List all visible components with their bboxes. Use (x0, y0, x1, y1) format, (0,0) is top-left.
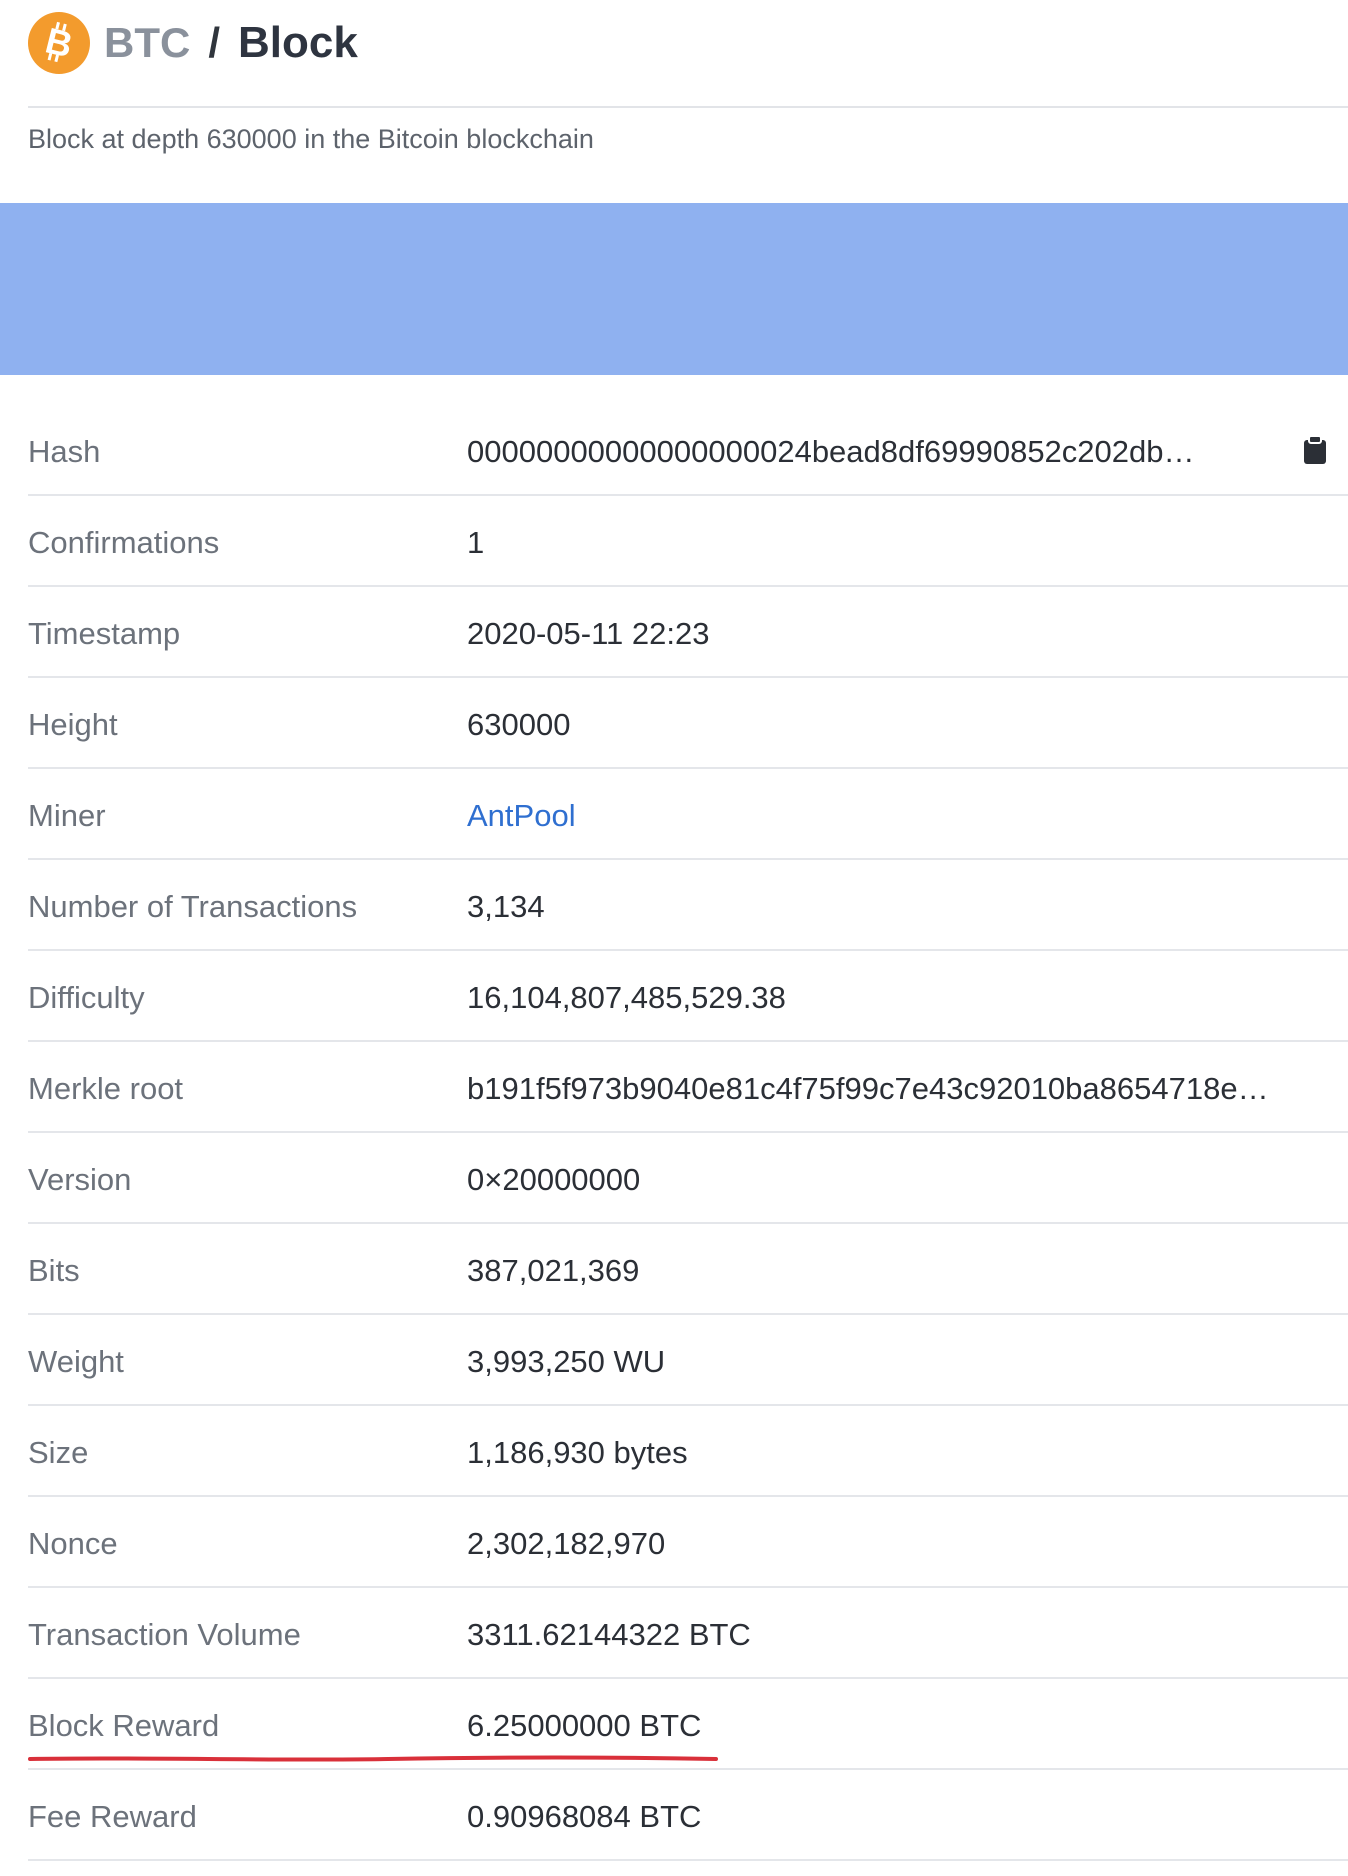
bits-value: 387,021,369 (467, 1253, 640, 1288)
detail-row-miner: Miner AntPool (28, 769, 1348, 860)
detail-label: Nonce (28, 1526, 118, 1561)
detail-label: Block Reward (28, 1708, 220, 1743)
miner-link[interactable]: AntPool (467, 798, 576, 834)
weight-value: 3,993,250 WU (467, 1344, 666, 1379)
hash-value: 00000000000000000024bead8df69990852c202d… (467, 434, 1195, 469)
detail-label: Merkle root (28, 1071, 184, 1106)
detail-row-confirmations: Confirmations 1 (28, 496, 1348, 587)
transactions-value: 3,134 (467, 889, 545, 924)
detail-row-size: Size 1,186,930 bytes (28, 1406, 1348, 1497)
detail-label: Weight (28, 1344, 124, 1379)
detail-label: Confirmations (28, 525, 220, 560)
detail-label: Version (28, 1162, 132, 1197)
detail-row-bits: Bits 387,021,369 (28, 1224, 1348, 1315)
page-header: B BTC / Block (28, 10, 358, 76)
timestamp-value: 2020-05-11 22:23 (467, 616, 710, 651)
banner (0, 203, 1348, 375)
difficulty-value: 16,104,807,485,529.38 (467, 980, 786, 1015)
detail-label: Difficulty (28, 980, 145, 1015)
detail-label: Timestamp (28, 616, 181, 651)
detail-label: Fee Reward (28, 1799, 197, 1834)
header-divider (28, 106, 1348, 108)
merkle-root-value: b191f5f973b9040e81c4f75f99c7e43c92010ba8… (467, 1071, 1269, 1106)
block-details-list: Hash 00000000000000000024bead8df69990852… (28, 405, 1348, 1861)
detail-row-merkle-root: Merkle root b191f5f973b9040e81c4f75f99c7… (28, 1042, 1348, 1133)
detail-label: Height (28, 707, 118, 742)
detail-row-transactions: Number of Transactions 3,134 (28, 860, 1348, 951)
height-value: 630000 (467, 707, 571, 742)
page-title: Block (238, 18, 358, 67)
detail-row-fee-reward: Fee Reward 0.90968084 BTC (28, 1770, 1348, 1861)
size-value: 1,186,930 bytes (467, 1435, 688, 1470)
detail-label: Number of Transactions (28, 889, 358, 924)
detail-row-timestamp: Timestamp 2020-05-11 22:23 (28, 587, 1348, 678)
red-underline-annotation (28, 1755, 718, 1762)
detail-row-difficulty: Difficulty 16,104,807,485,529.38 (28, 951, 1348, 1042)
detail-row-block-reward: Block Reward 6.25000000 BTC (28, 1679, 1348, 1770)
detail-label: Bits (28, 1253, 80, 1288)
detail-label: Size (28, 1435, 89, 1470)
breadcrumb-separator: / (208, 19, 220, 66)
transaction-volume-value: 3311.62144322 BTC (467, 1617, 751, 1652)
detail-label: Transaction Volume (28, 1617, 301, 1652)
version-value: 0×20000000 (467, 1162, 641, 1197)
fee-reward-value: 0.90968084 BTC (467, 1799, 702, 1834)
detail-row-height: Height 630000 (28, 678, 1348, 769)
page-subtitle: Block at depth 630000 in the Bitcoin blo… (28, 124, 594, 154)
detail-label: Hash (28, 434, 101, 469)
detail-row-weight: Weight 3,993,250 WU (28, 1315, 1348, 1406)
detail-row-hash: Hash 00000000000000000024bead8df69990852… (28, 405, 1348, 496)
clipboard-icon[interactable] (1302, 435, 1328, 465)
block-reward-value: 6.25000000 BTC (467, 1708, 702, 1743)
bitcoin-icon: B (28, 12, 90, 74)
nonce-value: 2,302,182,970 (467, 1526, 666, 1561)
detail-label: Miner (28, 798, 106, 833)
svg-text:B: B (42, 21, 77, 65)
breadcrumb-coin[interactable]: BTC (104, 19, 190, 67)
confirmations-value: 1 (467, 525, 485, 560)
detail-row-version: Version 0×20000000 (28, 1133, 1348, 1224)
detail-row-transaction-volume: Transaction Volume 3311.62144322 BTC (28, 1588, 1348, 1679)
detail-row-nonce: Nonce 2,302,182,970 (28, 1497, 1348, 1588)
